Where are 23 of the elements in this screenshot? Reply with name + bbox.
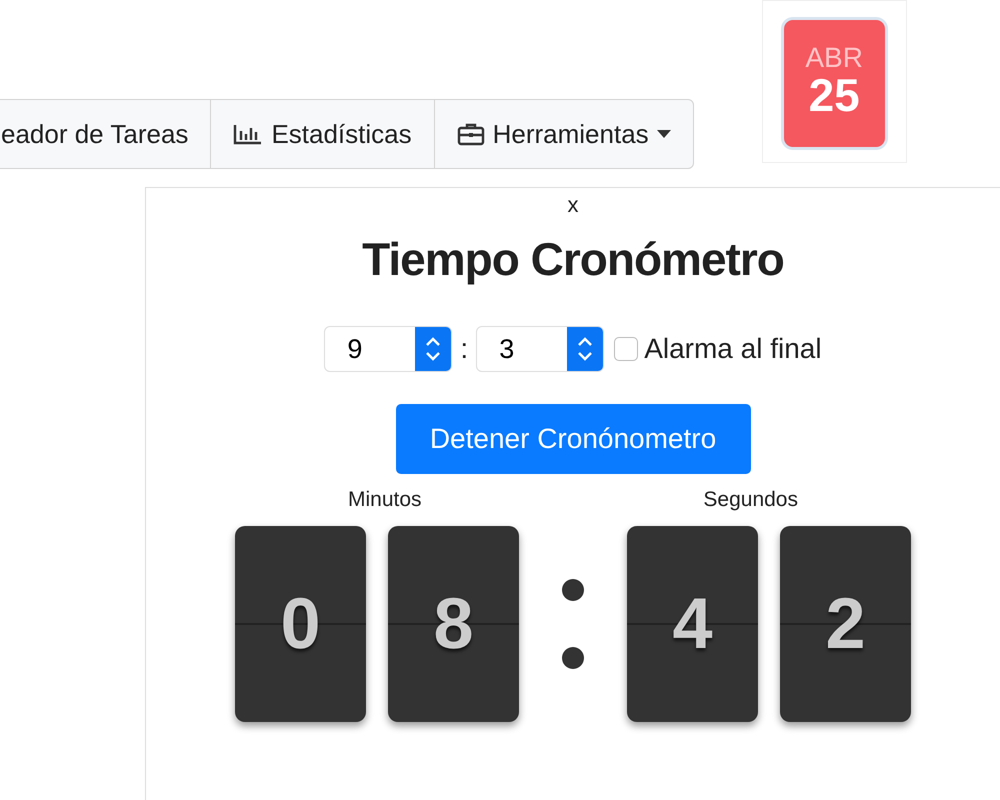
alarm-checkbox[interactable] — [614, 337, 638, 361]
flip-digit: 4 — [627, 526, 758, 722]
time-separator: : — [459, 333, 470, 365]
stop-button[interactable]: Detener Cronónometro — [396, 404, 750, 474]
minutes-label: Minutos — [348, 488, 422, 512]
briefcase-icon — [456, 122, 485, 146]
nav-link[interactable]: eador de Tareas — [0, 100, 210, 168]
flip-digit: 8 — [388, 526, 519, 722]
alarm-label: Alarma al final — [644, 333, 822, 365]
panel-title: Tiempo Cronómetro — [362, 232, 784, 286]
bar-chart-icon — [233, 123, 264, 145]
seconds-label: Segundos — [703, 488, 798, 512]
nav-link[interactable]: Herramientas — [434, 100, 693, 168]
flip-digit: 0 — [235, 526, 366, 722]
close-button[interactable]: x — [560, 188, 586, 218]
minutes-select[interactable]: 9 — [324, 326, 452, 372]
nav-link[interactable]: Estadísticas — [210, 100, 434, 168]
calendar-month: ABR — [805, 44, 863, 72]
colon-icon — [561, 578, 585, 670]
calendar-day: 25 — [808, 72, 860, 118]
caret-icon — [656, 130, 671, 138]
flip-digit: 2 — [780, 526, 911, 722]
seconds-select[interactable]: 3 — [476, 326, 604, 372]
